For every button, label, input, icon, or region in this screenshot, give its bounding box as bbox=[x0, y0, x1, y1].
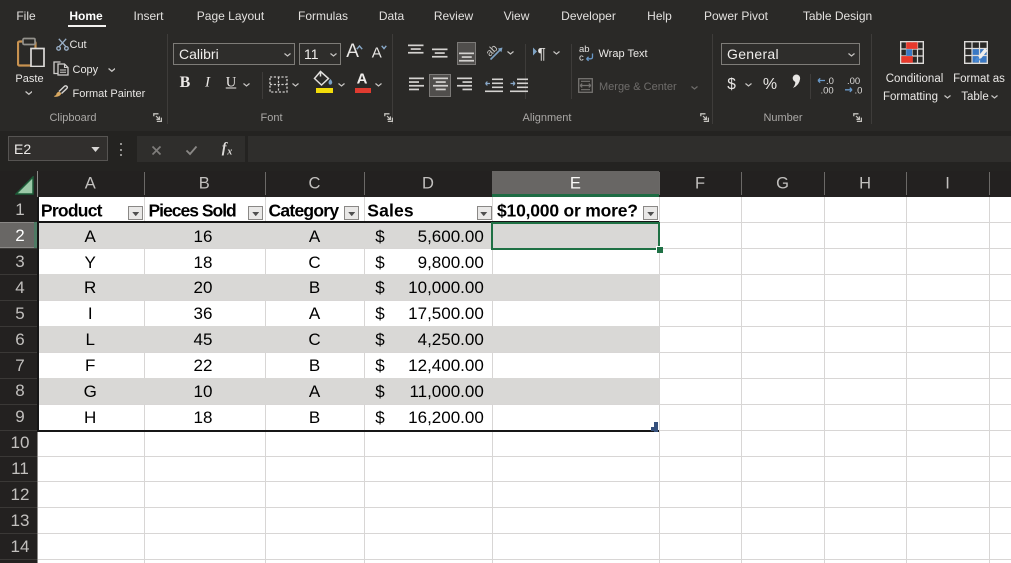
svg-text:.00: .00 bbox=[821, 86, 834, 95]
svg-text:.0: .0 bbox=[855, 86, 863, 95]
svg-text:¶: ¶ bbox=[538, 46, 546, 62]
svg-text:c: c bbox=[579, 53, 584, 63]
